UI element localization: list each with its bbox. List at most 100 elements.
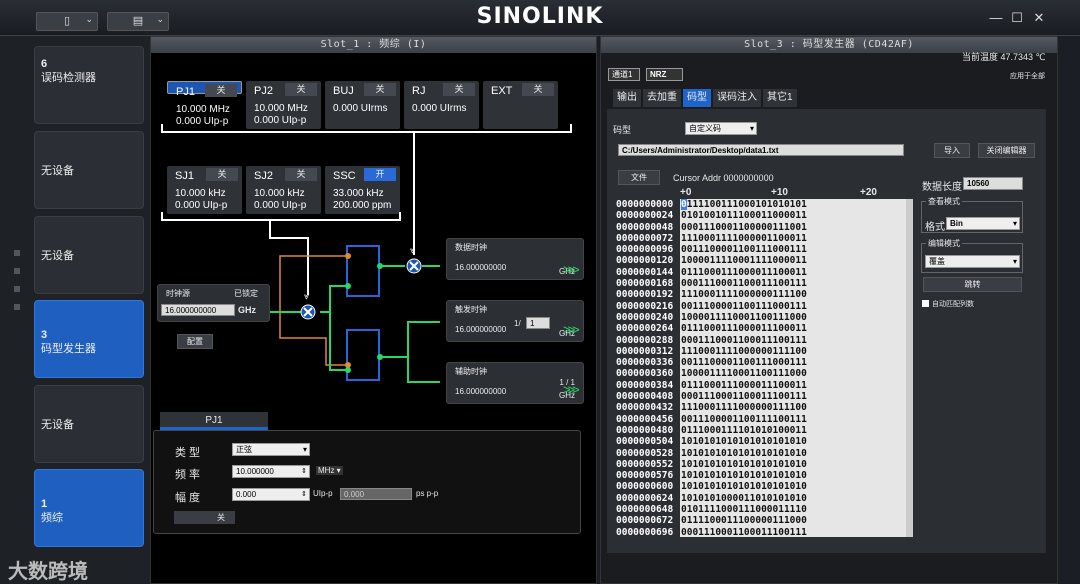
minimize-icon[interactable]: —: [987, 10, 1005, 25]
row-bits[interactable]: 0111100111000101010101: [681, 199, 906, 210]
row-bits[interactable]: 0011100001100111100111: [681, 414, 906, 425]
row-address: 0000000264: [616, 323, 674, 335]
row-bits[interactable]: 0111000111000011100011: [681, 323, 906, 334]
row-bits[interactable]: 1110001111000000111100: [681, 402, 906, 413]
edit-mode-select[interactable]: 覆盖 ▾: [925, 255, 1020, 268]
freq-unit-select[interactable]: MHz ▾: [316, 466, 343, 475]
pattern-tabs: 输出 去加重 码型 误码注入 其它1: [613, 89, 799, 107]
auto-fit-checkbox[interactable]: [922, 300, 929, 307]
tab-deemphasis[interactable]: 去加重: [643, 89, 681, 107]
row-bits[interactable]: 0101001011100011000011: [681, 210, 906, 221]
row-bits[interactable]: 0111100011100000111000: [681, 515, 906, 526]
row-bits[interactable]: 0001110001100011100111: [681, 278, 906, 289]
view-format-select[interactable]: Bin ▾: [946, 217, 1020, 230]
maximize-icon[interactable]: ☐: [1008, 10, 1026, 26]
synth-panel-title: Slot_1 : 频综 (I): [151, 37, 596, 53]
row-bits[interactable]: 1010101010101010101010: [681, 436, 906, 447]
tab-other[interactable]: 其它1: [763, 89, 797, 107]
row-bits[interactable]: 1010101010101010101010: [681, 448, 906, 459]
row-address: 0000000336: [616, 357, 674, 369]
row-bits[interactable]: 0111000111000011100011: [681, 380, 906, 391]
row-address: 0000000072: [616, 232, 674, 244]
config-button[interactable]: 配置: [177, 334, 213, 349]
row-address: 0000000000: [616, 199, 674, 210]
row-bits[interactable]: 0001110001100011100111: [681, 335, 906, 346]
file-button[interactable]: 文件: [618, 170, 660, 185]
sidebar-slot-6[interactable]: 6 误码检测器: [34, 46, 144, 124]
channel-select[interactable]: 通道1: [608, 68, 640, 81]
row-address: 0000000216: [616, 300, 674, 312]
row-bits[interactable]: 0001110001100011100111: [681, 527, 906, 537]
tab-output[interactable]: 输出: [613, 89, 641, 107]
svg-text:⩔: ⩔: [304, 292, 309, 302]
row-address: 0000000600: [616, 481, 674, 493]
type-label: 类 型: [175, 447, 201, 459]
amp-input[interactable]: 0.000 ⇕: [232, 488, 310, 501]
row-address: 0000000024: [616, 210, 674, 222]
sidebar-slot-3[interactable]: 3 码型发生器: [34, 300, 144, 378]
row-address: 0000000480: [616, 424, 674, 436]
row-bits[interactable]: 0101111000111000011110: [681, 504, 906, 515]
sidebar-slot-4[interactable]: 无设备: [34, 216, 144, 294]
row-bits[interactable]: 1010101010101010101010: [681, 459, 906, 470]
row-bits[interactable]: 1000011110001111000011: [681, 255, 906, 266]
row-address: 0000000384: [616, 379, 674, 391]
row-bits[interactable]: 0011100001100111000111: [681, 244, 906, 255]
freq-input[interactable]: 10.000000 ⇕: [232, 465, 310, 478]
row-bits[interactable]: 1000011110001100111000: [681, 368, 906, 379]
row-bits[interactable]: 1010101010101010101010: [681, 470, 906, 481]
row-bits[interactable]: 1010101010101010101010: [681, 481, 906, 492]
sidebar-slot-5[interactable]: 无设备: [34, 131, 144, 209]
clock-source-box[interactable]: 时钟源 已锁定 16.000000000 GHz: [157, 284, 270, 322]
type-select[interactable]: 正弦 ▾: [232, 443, 310, 456]
detail-tab-pj1[interactable]: PJ1: [160, 412, 268, 430]
pattern-select[interactable]: 自定义码 ▾: [685, 122, 757, 135]
sidebar-slot-1[interactable]: 1 频综: [34, 469, 144, 547]
layout-view-button[interactable]: ▤ ⌄: [107, 12, 169, 31]
row-bits[interactable]: 1000011110001100111000: [681, 312, 906, 323]
row-address: 0000000648: [616, 504, 674, 516]
row-bits[interactable]: 1010101000011010101010: [681, 493, 906, 504]
close-icon[interactable]: ✕: [1030, 10, 1048, 26]
pattern-editor-grid[interactable]: 0000000000 0000000024 0000000048 0000000072…: [616, 199, 906, 537]
row-bits[interactable]: 0001110001100000111001: [681, 222, 906, 233]
format-select[interactable]: NRZ: [646, 68, 683, 81]
close-editor-button[interactable]: 关闭编辑器: [978, 143, 1035, 158]
row-address: 0000000576: [616, 470, 674, 482]
apply-all-button[interactable]: 应用于全部: [1010, 71, 1045, 81]
row-address: 0000000408: [616, 391, 674, 403]
row-bits[interactable]: 1110001111000001100011: [681, 233, 906, 244]
row-bits[interactable]: 0111000111101010100011: [681, 425, 906, 436]
row-bits[interactable]: 0011100001100111000111: [681, 301, 906, 312]
amp-ps-input[interactable]: 0.000: [340, 488, 412, 500]
watermark: 大数跨境: [8, 561, 88, 583]
clock-source-value[interactable]: 16.000000000: [161, 304, 235, 316]
freq-label: 频 率: [175, 469, 201, 481]
row-address: 0000000312: [616, 345, 674, 357]
tab-error-inject[interactable]: 误码注入: [713, 89, 761, 107]
row-address: 0000000504: [616, 436, 674, 448]
row-address: 0000000168: [616, 278, 674, 290]
file-path-input[interactable]: C:/Users/Administrator/Desktop/data1.txt: [618, 144, 904, 156]
trigger-clock-arrow-icon: >>>: [563, 322, 580, 337]
row-bits[interactable]: 0011100001100111000111: [681, 357, 906, 368]
grid-scrollbar[interactable]: [906, 199, 913, 537]
row-bits[interactable]: 1110001111000000111100: [681, 289, 906, 300]
tab-pattern[interactable]: 码型: [683, 89, 711, 107]
row-address: 0000000240: [616, 311, 674, 323]
tile-pj1[interactable]: PJ1 关 10.000 MHz 0.000 UIp-p: [167, 81, 242, 127]
pattern-label: 码型: [613, 125, 632, 135]
device-view-button[interactable]: ▯ ⌄: [36, 12, 98, 31]
sidebar-slot-2[interactable]: 无设备: [34, 385, 144, 463]
jump-button[interactable]: 跳转: [923, 277, 1022, 292]
row-bits[interactable]: 0111000111000011100011: [681, 267, 906, 278]
pj1-toggle[interactable]: 关: [174, 511, 235, 524]
row-bits[interactable]: 0001110001100011100111: [681, 391, 906, 402]
row-bits[interactable]: 1110001111000000111100: [681, 346, 906, 357]
trigger-divider[interactable]: 1: [526, 317, 550, 329]
cursor-address: Cursor Addr 0000000000: [673, 173, 774, 183]
import-button[interactable]: 导入: [934, 143, 970, 158]
length-input[interactable]: 10560: [963, 177, 1023, 190]
row-address: 0000000552: [616, 458, 674, 470]
lock-status: 已锁定: [234, 289, 258, 298]
